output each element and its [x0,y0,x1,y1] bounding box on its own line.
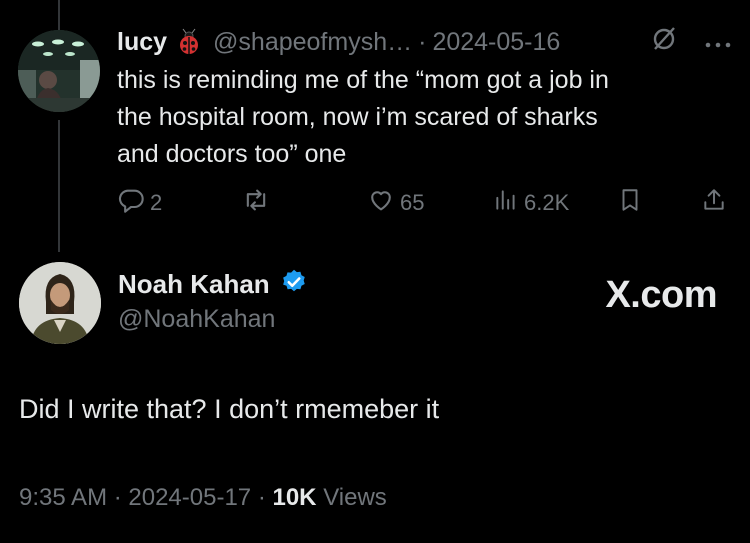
thread-line [58,120,60,252]
share-icon [701,187,727,219]
reply-actions: 2 65 6.2K [117,186,732,220]
views-button[interactable]: 6.2K [493,187,569,219]
post-author-row: Noah Kahan [118,268,308,301]
separator-dot: · [107,484,129,511]
post-text: Did I write that? I don’t rmemeber it [19,394,440,424]
brand-logo: X.com [605,274,717,316]
like-button[interactable]: 65 [367,186,424,220]
bookmark-icon [617,187,643,219]
separator-dot: · [251,484,273,511]
reply-author-name[interactable]: lucy [117,28,167,57]
reply-count: 2 [150,190,163,215]
post-author-name[interactable]: Noah Kahan [118,269,270,300]
post-author-handle[interactable]: @NoahKahan [118,305,275,334]
reply-button[interactable]: 2 [117,186,162,220]
like-icon [367,186,395,220]
ladybug-icon [175,28,203,56]
views-count: 6.2K [524,190,570,215]
reply-icon [117,186,145,220]
retweet-button[interactable] [242,186,270,220]
reply-header: lucy @shapeofmysh… · 2024-05-16 [117,22,736,62]
bookmark-button[interactable] [617,187,643,219]
reply-tweet[interactable]: lucy @shapeofmysh… · 2024-05-16 this is [117,22,736,173]
views-icon [493,187,519,219]
share-button[interactable] [701,187,727,219]
thread-line-top [58,0,60,30]
reply-text: this is reminding me of the “mom got a j… [117,66,609,168]
post-date[interactable]: 2024-05-17 [128,484,251,511]
more-icon[interactable] [704,28,732,57]
grok-icon[interactable] [650,25,678,60]
separator-dot: · [418,27,427,56]
avatar-lucy[interactable] [18,30,100,112]
reply-date[interactable]: 2024-05-16 [432,28,560,57]
like-count: 65 [400,190,425,215]
avatar-noah[interactable] [19,262,101,344]
verified-icon [280,268,308,301]
reply-author-handle[interactable]: @shapeofmysh… [213,28,412,57]
post-time[interactable]: 9:35 AM [19,484,107,511]
post-views-count: 10K [272,484,317,511]
retweet-icon [242,186,270,220]
post-views-label: Views [323,484,387,511]
post-meta: 9:35 AM · 2024-05-17 · 10K Views [19,484,387,512]
